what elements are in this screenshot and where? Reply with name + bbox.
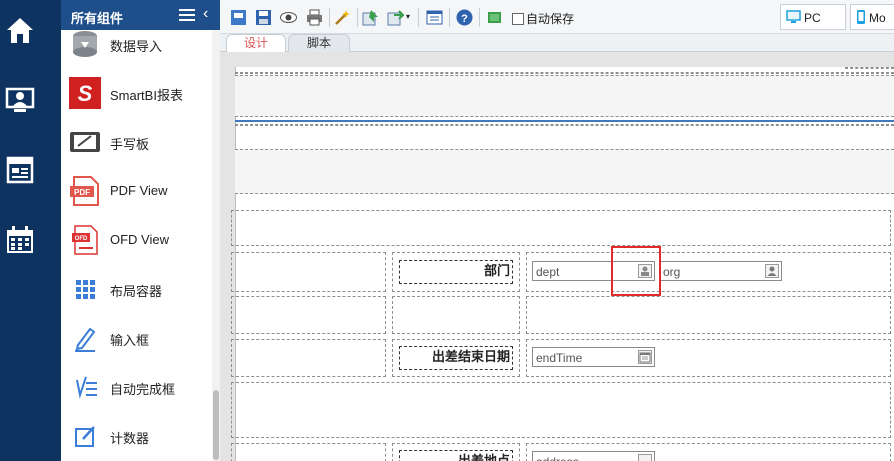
layout-row[interactable] [231,210,891,246]
address-field[interactable]: address [532,451,655,461]
user-picker-icon[interactable] [765,264,779,278]
print-icon[interactable] [306,9,323,26]
svg-text:OFD: OFD [75,236,88,242]
layout-cell[interactable] [231,296,386,334]
components-panel: 所有组件 ‹ 数据导入 S SmartBI报表 手写板 PDF PDF View… [61,0,220,461]
scroll-thumb[interactable] [213,390,219,460]
toolbar-separator [329,8,330,27]
calendar-icon[interactable] [4,224,36,256]
layout-cell[interactable] [231,443,386,461]
mobile-icon [856,9,866,28]
autocomplete-icon [69,371,101,403]
database-import-icon [69,28,101,60]
handwriting-pad-icon [69,126,101,158]
autosave-checkbox[interactable] [512,13,524,25]
smartbi-icon: S [69,77,101,109]
address-label: 出差地点 [399,450,513,461]
wand-icon[interactable] [334,9,351,26]
section-divider [235,72,894,74]
section-divider [845,67,894,69]
toolbar-separator [357,8,358,27]
edit-box-icon [69,420,101,452]
tab-script[interactable]: 脚本 [288,34,350,52]
component-label: 自动完成框 [110,382,176,397]
calendar-picker-icon[interactable] [638,350,652,364]
highlight-box [611,246,661,296]
mode-mobile-button[interactable]: Mo [850,4,894,30]
component-item[interactable]: 输入框 [61,314,211,362]
monitor-icon [786,10,801,27]
component-item[interactable]: 计数器 [61,412,211,460]
mode-pc-button[interactable]: PC [780,4,846,30]
ofd-icon: OFD [69,224,101,256]
layout-row[interactable] [231,382,891,438]
preview-icon[interactable] [280,9,297,26]
toolbar-separator [479,8,480,27]
editor-tabs: 设计 脚本 [220,34,894,52]
component-item[interactable]: 布局容器 [61,265,211,313]
end-date-value: endTime [536,351,583,365]
pencil-icon [69,322,101,354]
toolbar: ▾ ? 自动保存 PC Mo [220,0,894,34]
component-icon[interactable] [486,9,503,26]
component-item[interactable]: 数据导入 [61,20,211,68]
toolbar-separator [449,8,450,27]
user-monitor-icon[interactable] [4,84,36,116]
panel-scrollbar[interactable] [212,30,220,461]
mode-mobile-label: Mo [869,11,886,25]
component-label: 手写板 [110,137,150,152]
svg-text:S: S [78,81,93,106]
layout-cell[interactable] [526,296,891,334]
svg-text:PDF: PDF [74,188,90,197]
nav-rail [0,0,61,461]
component-label: 布局容器 [110,284,163,299]
autosave-label: 自动保存 [526,12,575,26]
svg-text:?: ? [461,13,468,25]
help-icon[interactable]: ? [456,9,473,26]
component-label: 数据导入 [110,39,163,54]
autosave-toggle[interactable]: 自动保存 [512,10,574,27]
component-label: PDF View [110,183,168,198]
layout-grid-icon [69,273,101,305]
layout-cell[interactable] [231,339,386,377]
export-icon[interactable] [387,9,406,26]
import-icon[interactable] [362,9,379,26]
end-date-field[interactable]: endTime [532,347,655,367]
properties-icon[interactable] [426,9,443,26]
component-item[interactable]: 自动完成框 [61,363,211,411]
pdf-icon: PDF [69,175,101,207]
layout-cell[interactable] [392,296,520,334]
component-label: OFD View [110,232,169,247]
title-underline [235,120,894,122]
org-field[interactable]: org [659,261,782,281]
layout-cell[interactable] [231,252,386,292]
component-item[interactable]: OFD OFD View [61,216,211,264]
end-date-label: 出差结束日期 [399,346,513,370]
dept-value: dept [536,265,560,279]
dropdown-arrow-icon[interactable]: ▾ [406,12,410,21]
save-icon[interactable] [255,9,272,26]
header-section[interactable] [235,75,894,117]
component-item[interactable]: S SmartBI报表 [61,69,211,117]
subheader-section[interactable] [235,149,894,194]
component-label: 输入框 [110,333,150,348]
dept-label: 部门 [399,260,513,284]
section-divider [235,124,894,126]
address-picker-icon[interactable] [638,454,652,461]
org-value: org [663,265,681,279]
home-icon[interactable] [4,14,36,46]
report-icon[interactable] [4,154,36,186]
component-label: SmartBI报表 [110,88,183,103]
mode-pc-label: PC [804,11,821,25]
component-label: 计数器 [110,431,150,446]
component-item[interactable]: PDF PDF View [61,167,211,215]
address-value: address [536,455,579,461]
new-icon[interactable] [230,9,247,26]
toolbar-separator [418,8,419,27]
component-item[interactable]: 手写板 [61,118,211,166]
tab-design[interactable]: 设计 [226,34,286,52]
